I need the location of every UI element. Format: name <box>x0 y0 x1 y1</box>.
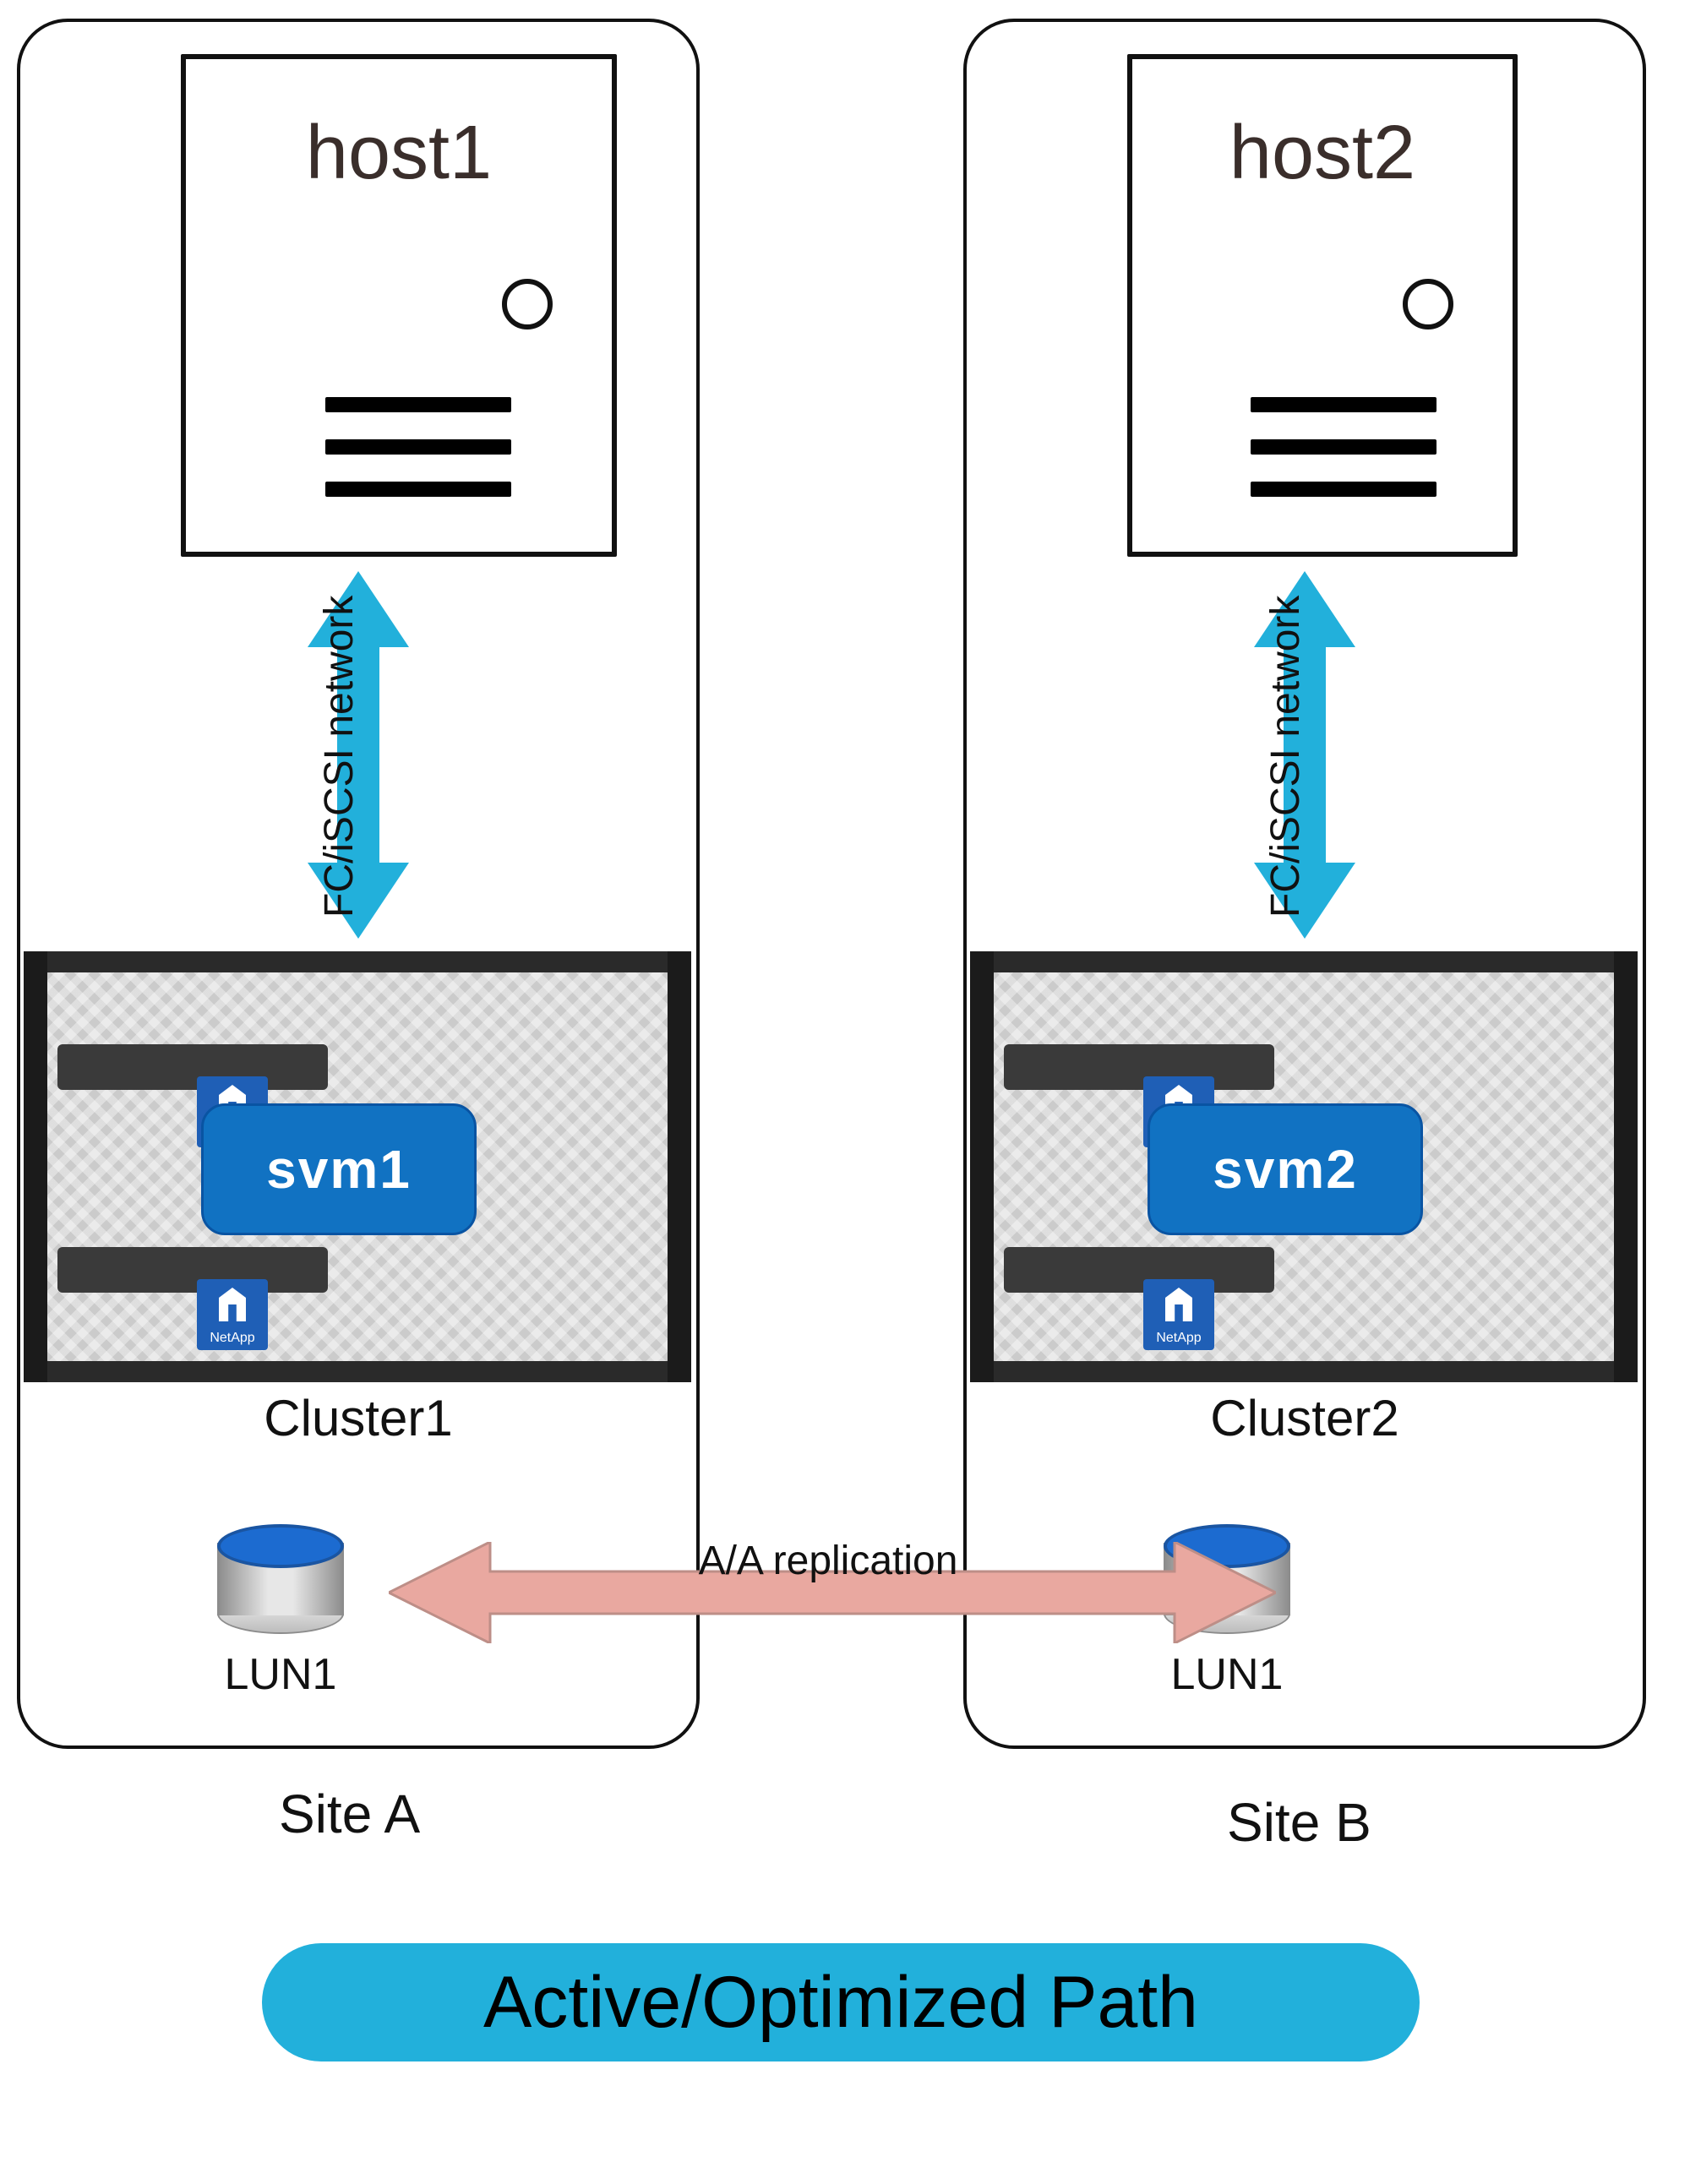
site-b-box: host2 FC/iSCSI network NetApp NetApp svm… <box>963 19 1646 1749</box>
lun1-a-label: LUN1 <box>196 1649 365 1700</box>
lun1-a-icon <box>217 1524 344 1634</box>
host1-power-led-icon <box>502 279 553 330</box>
network-label-a: FC/iSCSI network <box>316 596 363 918</box>
replication-label: A/A replication <box>617 1538 1039 1584</box>
network-label-b: FC/iSCSI network <box>1262 596 1309 918</box>
cluster2: NetApp NetApp svm2 <box>970 951 1638 1382</box>
cluster1: NetApp NetApp svm1 <box>24 951 691 1382</box>
vendor-label: NetApp <box>1143 1332 1214 1345</box>
legend-active-optimized: Active/Optimized Path <box>262 1943 1420 2061</box>
site-a-caption: Site A <box>279 1783 420 1845</box>
site-a-box: host1 FC/iSCSI network NetApp NetApp svm… <box>17 19 700 1749</box>
cluster2-label: Cluster2 <box>1136 1389 1474 1447</box>
host1-box: host1 <box>181 54 617 557</box>
cluster1-label: Cluster1 <box>189 1389 527 1447</box>
lun1-b-label: LUN1 <box>1142 1649 1311 1700</box>
host2-box: host2 <box>1127 54 1518 557</box>
site-b-caption: Site B <box>1227 1791 1371 1854</box>
netapp-logo-icon: NetApp <box>197 1279 268 1350</box>
diagram-canvas: host1 FC/iSCSI network NetApp NetApp svm… <box>0 0 1690 2184</box>
legend-label: Active/Optimized Path <box>483 1961 1198 2045</box>
host2-title: host2 <box>1132 110 1513 197</box>
host1-title: host1 <box>186 110 612 197</box>
svm1-badge: svm1 <box>201 1103 477 1235</box>
vendor-label: NetApp <box>197 1332 268 1345</box>
svm2-badge: svm2 <box>1148 1103 1423 1235</box>
netapp-logo-icon: NetApp <box>1143 1279 1214 1350</box>
host2-power-led-icon <box>1403 279 1453 330</box>
